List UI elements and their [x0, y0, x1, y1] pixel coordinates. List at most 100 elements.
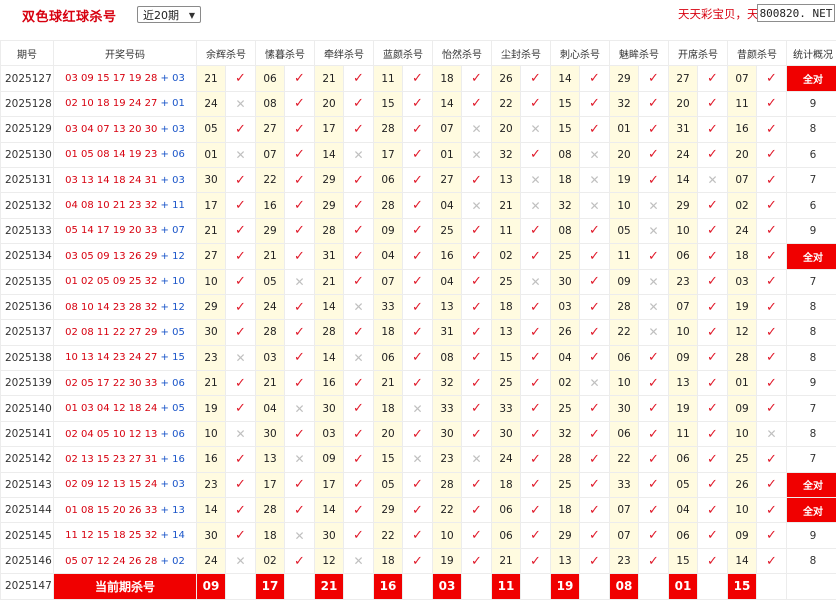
draw-numbers-cell: 05 14 17 19 20 33 + 07 — [53, 217, 197, 245]
result-mark: ✓ — [461, 547, 492, 575]
check-icon: ✓ — [766, 451, 777, 467]
result-mark: ✓ — [697, 217, 728, 245]
issue-cell: 2025134 — [0, 243, 54, 270]
blue-ball: 12 — [172, 301, 185, 313]
result-mark: ✓ — [697, 344, 728, 372]
kill-number: 18 — [432, 65, 462, 92]
result-mark: ✓ — [697, 192, 728, 219]
plus-sign: + — [157, 352, 173, 364]
plus-sign: + — [157, 73, 173, 85]
table-row: 2025133 05 14 17 19 20 33 + 07 21 ✓ 29 ✓ 28 ✓ 09… — [0, 217, 836, 245]
red-balls: 03 13 14 18 24 31 — [65, 174, 158, 186]
table-row: 2025138 10 13 14 23 24 27 + 15 23 ✕ 03 ✓ 14 ✕ 06… — [0, 344, 836, 372]
stat-count: 9 — [786, 370, 836, 397]
column-header: 期号 — [0, 39, 54, 67]
table-row: 2025129 03 04 07 13 20 30 + 03 05 ✓ 27 ✓ 17 ✓ 28… — [0, 116, 836, 143]
top-bar: 双色球红球杀号 近20期 ▼ 天天彩宝贝，天 800820. NET — [0, 0, 836, 41]
stat-count: 7 — [786, 446, 836, 473]
result-mark: ✓ — [225, 116, 256, 143]
result-mark: ✓ — [284, 547, 315, 575]
result-mark: ✓ — [402, 471, 433, 499]
kill-number: 01 — [609, 116, 639, 143]
result-mark: ✓ — [520, 471, 551, 499]
check-icon: ✓ — [353, 477, 364, 493]
result-mark: ✓ — [461, 471, 492, 499]
check-icon: ✓ — [707, 71, 718, 87]
result-mark: ✓ — [579, 420, 610, 448]
result-mark: ✓ — [638, 370, 669, 397]
stat-count: 7 — [786, 166, 836, 194]
check-icon: ✓ — [353, 248, 364, 264]
check-icon: ✓ — [471, 223, 482, 239]
cross-icon: ✕ — [471, 122, 482, 137]
check-icon: ✓ — [412, 553, 423, 569]
result-mark: ✕ — [579, 370, 610, 397]
blue-ball: 15 — [172, 352, 185, 364]
kill-number: 21 — [491, 547, 521, 575]
kill-number: 23 — [609, 547, 639, 575]
kill-number: 17 — [196, 192, 226, 219]
result-mark: ✓ — [402, 293, 433, 321]
red-balls: 02 05 17 22 30 33 — [65, 377, 158, 389]
check-icon: ✓ — [530, 426, 541, 442]
plus-sign: + — [157, 225, 173, 237]
period-select[interactable]: 近20期 ▼ — [137, 6, 201, 23]
plus-sign: + — [157, 326, 173, 338]
check-icon: ✓ — [294, 172, 305, 188]
check-icon: ✓ — [766, 375, 777, 391]
result-mark: ✓ — [697, 420, 728, 448]
kill-number: 14 — [727, 547, 757, 575]
kill-number: 29 — [609, 65, 639, 92]
check-icon: ✓ — [530, 147, 541, 163]
stat-count: 8 — [786, 116, 836, 143]
kill-number: 19 — [609, 166, 639, 194]
result-mark: ✕ — [461, 116, 492, 143]
kill-number: 28 — [255, 497, 285, 524]
blue-ball: 03 — [172, 479, 185, 491]
check-icon: ✓ — [294, 248, 305, 264]
draw-numbers-cell: 04 08 10 21 23 32 + 11 — [53, 192, 197, 219]
kill-number: 24 — [491, 446, 521, 473]
site-badge[interactable]: 800820. NET — [757, 4, 835, 22]
check-icon: ✓ — [589, 502, 600, 518]
check-icon: ✓ — [707, 223, 718, 239]
issue-cell: 2025138 — [0, 344, 54, 372]
result-mark: ✓ — [697, 446, 728, 473]
cross-icon: ✕ — [294, 528, 305, 543]
column-header: 刺心杀号 — [550, 39, 610, 67]
kill-number: 14 — [314, 344, 344, 372]
table-row: 2025146 05 07 12 24 26 28 + 02 24 ✕ 02 ✓ 12 ✕ 18… — [0, 547, 836, 575]
issue-cell: 2025140 — [0, 395, 54, 422]
check-icon: ✓ — [766, 350, 777, 366]
result-mark: ✓ — [402, 268, 433, 295]
check-icon: ✓ — [589, 426, 600, 442]
issue-cell: 2025141 — [0, 420, 54, 448]
kill-number: 30 — [550, 268, 580, 295]
cross-icon: ✕ — [707, 173, 718, 188]
check-icon: ✓ — [294, 198, 305, 214]
kill-number: 10 — [432, 522, 462, 549]
result-mark: ✓ — [756, 522, 787, 549]
kill-number: 05 — [373, 471, 403, 499]
result-mark: ✓ — [756, 446, 787, 473]
result-mark: ✓ — [579, 90, 610, 118]
result-mark: ✓ — [402, 192, 433, 219]
kill-number: 08 — [550, 141, 580, 168]
check-icon: ✓ — [471, 172, 482, 188]
result-mark: ✓ — [402, 522, 433, 549]
check-icon: ✓ — [707, 274, 718, 290]
kill-number: 25 — [550, 243, 580, 270]
result-mark: ✓ — [402, 90, 433, 118]
check-icon: ✓ — [766, 553, 777, 569]
result-mark: ✓ — [579, 471, 610, 499]
result-mark: ✓ — [579, 395, 610, 422]
current-kill-number: 15 — [727, 573, 757, 600]
result-mark: ✓ — [638, 243, 669, 270]
result-mark: ✓ — [343, 268, 374, 295]
result-mark: ✓ — [520, 370, 551, 397]
red-balls: 01 02 05 09 25 32 — [65, 276, 158, 288]
check-icon: ✓ — [766, 198, 777, 214]
red-balls: 05 07 12 24 26 28 — [65, 555, 158, 567]
check-icon: ✓ — [648, 350, 659, 366]
result-mark: ✓ — [225, 293, 256, 321]
